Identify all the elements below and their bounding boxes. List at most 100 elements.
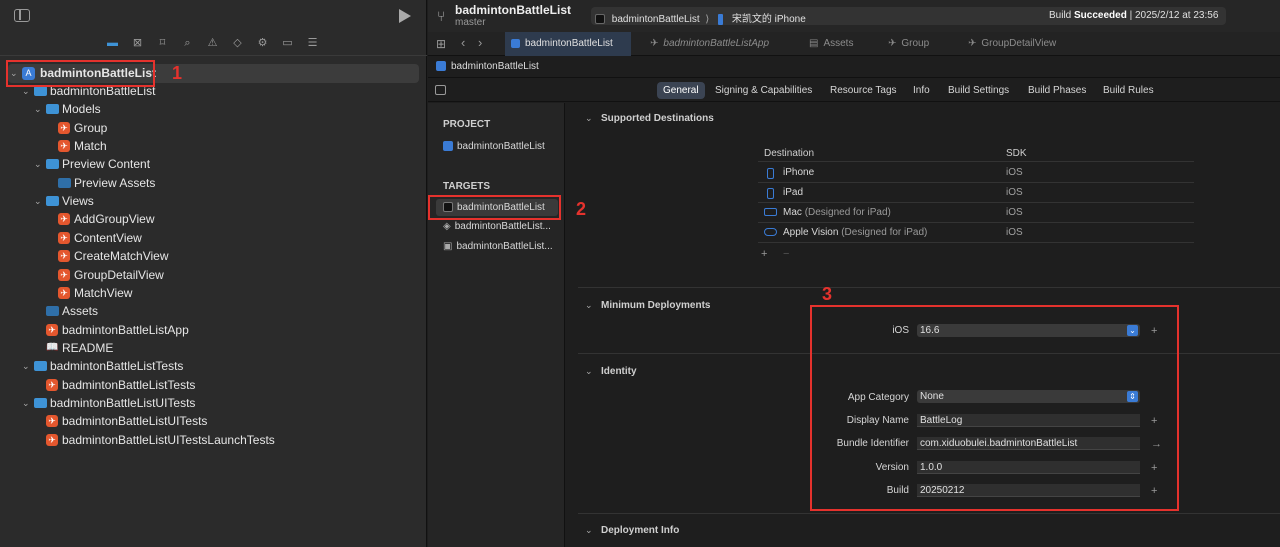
- editor-tabs: ⊞ ‹ › badmintonBattleList ✈ badmintonBatt…: [428, 32, 1280, 56]
- swift-icon: ✈: [58, 268, 70, 281]
- destination-column-header: Destination: [764, 148, 815, 159]
- chevron-down-icon[interactable]: ⌄: [34, 100, 44, 118]
- chevron-down-icon[interactable]: ⌄: [22, 394, 32, 412]
- tree-item[interactable]: ✈ badmintonBattleListTests: [0, 376, 420, 394]
- target-item-uitests[interactable]: ▣ badmintonBattleList...: [443, 241, 553, 252]
- target-item-tests[interactable]: ◈ badmintonBattleList...: [443, 221, 551, 232]
- destination-row[interactable]: iPhone: [783, 167, 814, 178]
- debug-icon[interactable]: ⚙: [256, 37, 269, 50]
- tree-item[interactable]: ⌄ badmintonBattleListTests: [0, 357, 420, 375]
- mac-icon: [764, 208, 777, 216]
- swift-icon: ✈: [58, 231, 70, 244]
- forward-icon[interactable]: ›: [478, 35, 482, 50]
- tree-item[interactable]: ✈ CreateMatchView: [0, 247, 420, 265]
- destination-row[interactable]: Apple Vision (Designed for iPad): [783, 227, 927, 238]
- tab-build-settings[interactable]: Build Settings: [942, 82, 1015, 99]
- folder-icon[interactable]: ▬: [106, 37, 119, 50]
- build-status-result: Succeeded: [1074, 10, 1127, 21]
- chevron-down-icon[interactable]: ⌄: [22, 357, 32, 375]
- grid-icon[interactable]: ⊞: [436, 37, 446, 51]
- report-icon[interactable]: ☰: [306, 37, 319, 50]
- tree-item[interactable]: ⌄ Views: [0, 192, 420, 210]
- tree-item[interactable]: ✈ badmintonBattleListUITests: [0, 412, 420, 430]
- table-divider: [758, 161, 1194, 162]
- chevron-down-icon[interactable]: ⌄: [585, 366, 593, 377]
- chevron-down-icon[interactable]: ⌄: [34, 155, 44, 173]
- tab-group[interactable]: ✈ Group: [888, 32, 929, 56]
- back-icon[interactable]: ‹: [461, 35, 465, 50]
- test-icon[interactable]: ◇: [231, 37, 244, 50]
- tree-item[interactable]: ✈ badmintonBattleListUITestsLaunchTests: [0, 431, 420, 449]
- destination-row[interactable]: iPad: [783, 187, 803, 198]
- tab-general[interactable]: General: [657, 82, 705, 99]
- tree-item[interactable]: ✈ Match: [0, 137, 420, 155]
- tab-resource-tags[interactable]: Resource Tags: [824, 82, 903, 99]
- swift-icon: ✈: [46, 415, 58, 428]
- jump-bar-label[interactable]: badmintonBattleList: [451, 61, 539, 72]
- swift-icon: ✈: [650, 38, 659, 49]
- warning-icon[interactable]: ⚠: [206, 37, 219, 50]
- tab-project[interactable]: badmintonBattleList: [511, 32, 613, 56]
- editor-area: ⑂ badmintonBattleList master badmintonBa…: [428, 0, 1280, 547]
- row-divider: [758, 182, 1194, 183]
- tree-item-label: Assets: [62, 304, 99, 319]
- window-title: badmintonBattleList: [455, 3, 571, 17]
- folder-icon: [46, 159, 59, 170]
- annotation-2: 2: [576, 199, 587, 219]
- iphone-icon: [767, 168, 774, 179]
- remove-destination-button[interactable]: −: [783, 248, 789, 260]
- tab-app[interactable]: ✈ badmintonBattleListApp: [650, 32, 769, 56]
- swift-icon: ✈: [58, 286, 70, 299]
- sidebar-toggle-icon[interactable]: [14, 9, 30, 22]
- ui-test-icon: ▣: [443, 241, 453, 252]
- chevron-down-icon[interactable]: ⌄: [585, 525, 593, 536]
- inspector-toggle-icon[interactable]: [435, 85, 446, 95]
- tree-item-label: MatchView: [74, 285, 133, 300]
- chevron-down-icon[interactable]: ⌄: [585, 113, 593, 124]
- tab-build-rules[interactable]: Build Rules: [1097, 82, 1160, 99]
- row-divider: [758, 242, 1194, 243]
- destination-row[interactable]: Mac (Designed for iPad): [783, 207, 891, 218]
- tab-groupdetail[interactable]: ✈ GroupDetailView: [968, 32, 1056, 56]
- tree-item[interactable]: ✈ AddGroupView: [0, 210, 420, 228]
- tab-signing[interactable]: Signing & Capabilities: [709, 82, 818, 99]
- destination-note: (Designed for iPad): [804, 207, 891, 218]
- tree-item[interactable]: ⌄ badmintonBattleListUITests: [0, 394, 420, 412]
- targets-header: TARGETS: [443, 181, 491, 192]
- tree-item[interactable]: ✈ MatchView: [0, 284, 420, 302]
- tree-item[interactable]: ✈ GroupDetailView: [0, 266, 420, 284]
- run-icon[interactable]: [399, 9, 411, 23]
- search-icon[interactable]: ⌕: [181, 37, 194, 50]
- tree-item-label: Preview Content: [62, 157, 151, 172]
- tree-item[interactable]: Assets: [0, 302, 420, 320]
- chevron-down-icon[interactable]: ⌄: [34, 192, 44, 210]
- destination-sdk: iOS: [1006, 227, 1023, 238]
- folder-icon: [34, 397, 47, 408]
- chevron-down-icon[interactable]: ⌄: [585, 300, 593, 311]
- tab-build-phases[interactable]: Build Phases: [1022, 82, 1092, 99]
- bookmark-icon[interactable]: ⌑: [156, 37, 169, 50]
- project-navigator: ▬ ⊠ ⌑ ⌕ ⚠ ◇ ⚙ ▭ ☰ ⌄ A badmintonBattleLis…: [0, 0, 427, 547]
- breakpoint-icon[interactable]: ▭: [281, 37, 294, 50]
- tab-info[interactable]: Info: [907, 82, 936, 99]
- source-control-icon[interactable]: ⊠: [131, 37, 144, 50]
- add-destination-button[interactable]: +: [761, 248, 767, 260]
- tab-assets[interactable]: ▤ Assets: [809, 32, 853, 56]
- tree-item[interactable]: ✈ badmintonBattleListApp: [0, 321, 420, 339]
- tree-item[interactable]: ✈ Group: [0, 119, 420, 137]
- tree-item-label: CreateMatchView: [74, 249, 169, 264]
- build-status-time: | 2025/2/12 at 23:56: [1126, 10, 1219, 21]
- tree-item-label: badmintonBattleListTests: [62, 377, 196, 392]
- tree-item[interactable]: ✈ ContentView: [0, 229, 420, 247]
- swift-icon: ✈: [58, 140, 70, 153]
- tree-item-label: AddGroupView: [74, 212, 155, 227]
- scheme-selector[interactable]: badmintonBattleList ⟩ 宋凯文的 iPhone: [595, 10, 806, 25]
- tree-item[interactable]: ⌄ Preview Content: [0, 155, 420, 173]
- annotation-3: 3: [822, 284, 833, 304]
- tree-item[interactable]: 📖 README: [0, 339, 420, 357]
- project-item[interactable]: badmintonBattleList: [443, 141, 545, 152]
- tree-item[interactable]: ⌄ Models: [0, 100, 420, 118]
- tree-item[interactable]: Preview Assets: [0, 174, 420, 192]
- assets-icon: [58, 177, 71, 188]
- folder-icon: [46, 104, 59, 115]
